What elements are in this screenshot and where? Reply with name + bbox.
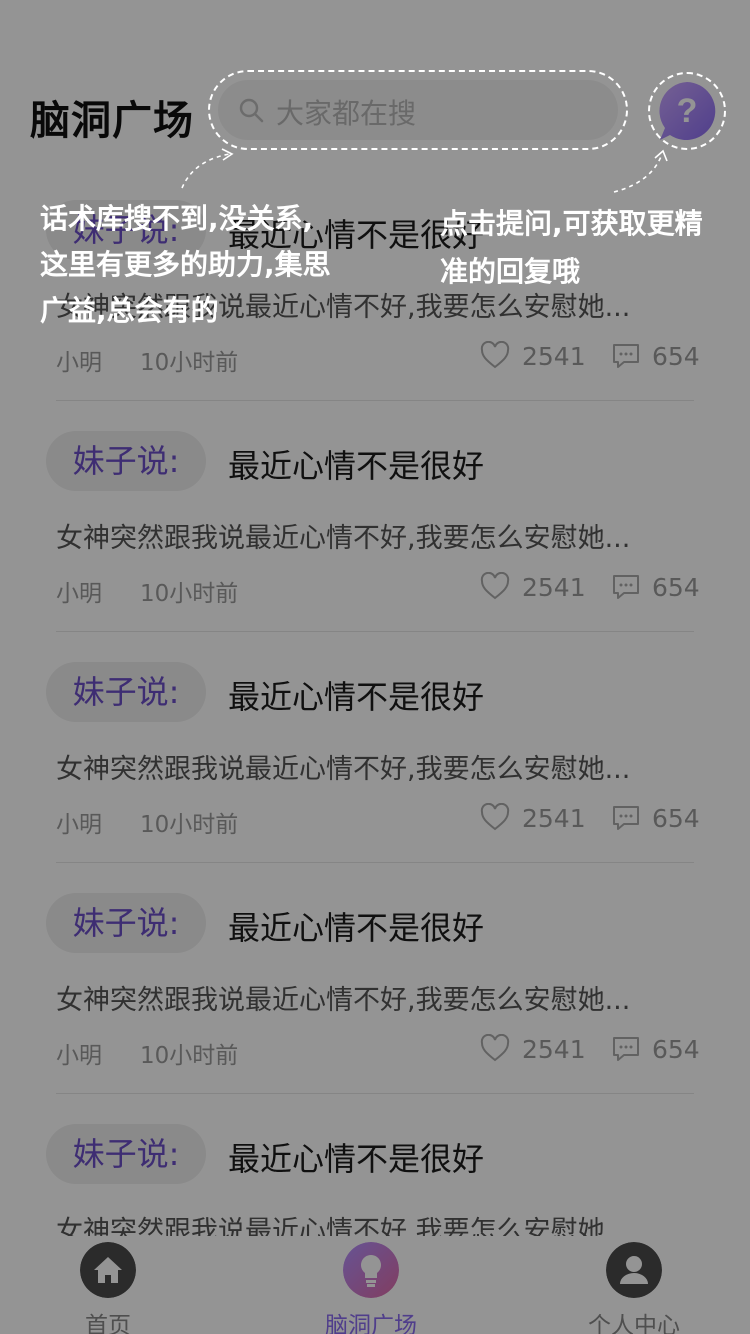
- ask-highlight-ring: [648, 72, 726, 150]
- arrow-to-ask-icon: [613, 149, 668, 193]
- search-highlight-ring: [208, 70, 628, 150]
- arrow-to-search-icon: [181, 148, 234, 189]
- ask-hint-text: 点击提问,可获取更精准的回复哦: [440, 207, 703, 288]
- search-hint-text: 话术库搜不到,没关系,这里有更多的助力,集思广益,总会有的: [40, 202, 331, 327]
